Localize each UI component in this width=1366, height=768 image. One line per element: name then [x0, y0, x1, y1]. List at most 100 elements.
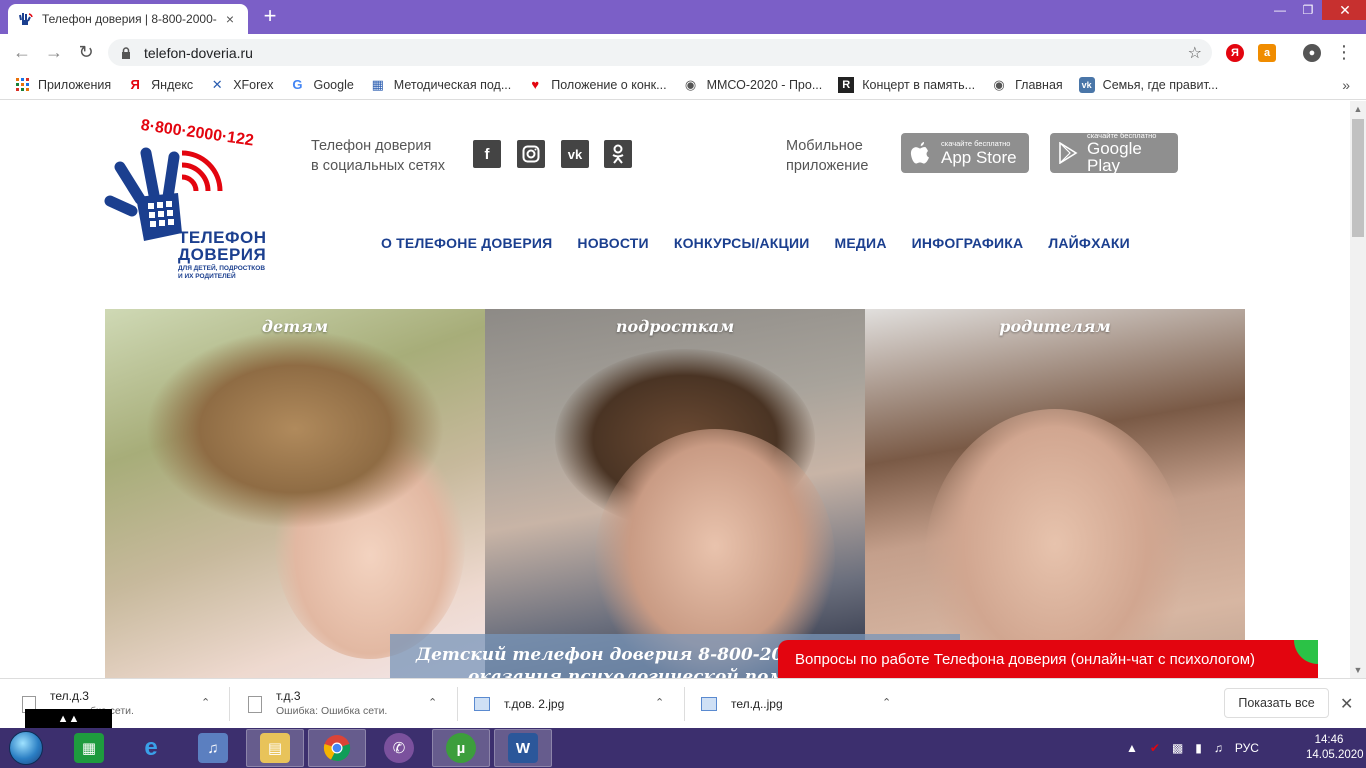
nav-item-contests[interactable]: КОНКУРСЫ/АКЦИИ [674, 235, 810, 251]
appstore-big-text: App Store [941, 147, 1017, 167]
bookmark-polozhenie[interactable]: ♥ Положение о конк... [527, 77, 666, 93]
bookmark-label: Яндекс [151, 77, 194, 92]
scrollbar-thumb[interactable] [1352, 119, 1364, 237]
bookmark-label: Приложения [38, 77, 112, 92]
scroll-up-icon[interactable]: ▲ [1350, 101, 1366, 117]
clock[interactable]: 14:46 14.05.2020 [1306, 733, 1364, 763]
maximize-icon[interactable]: ❐ [1294, 0, 1322, 20]
panel-children[interactable]: детям [105, 309, 485, 678]
viber-icon: ✆ [384, 733, 414, 763]
minimize-icon[interactable]: — [1266, 0, 1294, 20]
antivirus-icon[interactable]: ✔ [1150, 741, 1160, 755]
browser-tab[interactable]: Телефон доверия | 8-800-2000- × [8, 4, 248, 34]
store-icon: ▦ [74, 733, 104, 763]
bookmark-label: XForex [233, 77, 274, 92]
volume-icon[interactable]: ♫ [1214, 741, 1223, 755]
bookmark-google[interactable]: G Google [289, 77, 353, 93]
language-indicator[interactable]: РУС [1235, 741, 1259, 755]
instagram-icon[interactable] [517, 140, 545, 168]
bookmark-semya[interactable]: vk Семья, где правит... [1078, 76, 1219, 93]
taskbar-item-viber[interactable]: ✆ [370, 729, 428, 767]
new-tab-button[interactable]: + [258, 5, 282, 29]
social-label-line2: в социальных сетях [311, 158, 445, 174]
taskbar-item-chrome[interactable] [308, 729, 366, 767]
panel-teens[interactable]: подросткам [485, 309, 865, 678]
download-shelf: тел.д.3 бка сети. ⌃ т.д.3 Ошибка: Ошибка… [0, 678, 1366, 729]
menu-dots-icon[interactable]: ⋮ [1334, 42, 1354, 62]
odnoklassniki-icon[interactable] [604, 140, 632, 168]
profile-avatar-icon[interactable]: ● [1303, 44, 1321, 62]
taskbar-item-ie[interactable]: e [122, 729, 180, 767]
battery-icon[interactable]: ▮ [1195, 741, 1202, 755]
download-separator [684, 687, 685, 721]
download-menu-chevron-icon[interactable]: ⌃ [428, 696, 437, 709]
bookmark-star-icon[interactable]: ☆ [1188, 43, 1202, 63]
download-item[interactable]: т.д.3 Ошибка: Ошибка сети. [248, 679, 387, 729]
site-logo[interactable]: 8·800·2000·122 ТЕЛЕФОН ДОВЕРИЯ ДЛЯ ДЕТЕЙ… [102, 115, 282, 281]
appstore-small-text: скачайте бесплатно [941, 139, 1011, 149]
vk-icon[interactable]: vk [561, 140, 589, 168]
address-bar[interactable]: telefon-doveria.ru ☆ [108, 39, 1212, 66]
bookmark-mmso[interactable]: ◉ ММСО-2020 - Про... [683, 77, 822, 93]
page-viewport: 8·800·2000·122 ТЕЛЕФОН ДОВЕРИЯ ДЛЯ ДЕТЕЙ… [0, 101, 1350, 678]
googleplay-button[interactable]: скачайте бесплатно Google Play [1050, 132, 1178, 174]
start-button[interactable] [4, 730, 48, 766]
taskbar-item-explorer[interactable]: ▤ [246, 729, 304, 767]
tab-close-icon[interactable]: × [222, 11, 238, 27]
nav-item-about[interactable]: О ТЕЛЕФОНЕ ДОВЕРИЯ [381, 235, 552, 251]
forward-arrow-icon[interactable]: → [44, 42, 64, 62]
bookmark-metod[interactable]: ▦ Методическая под... [370, 76, 512, 93]
image-file-icon [474, 697, 490, 711]
download-menu-chevron-icon[interactable]: ⌃ [882, 696, 891, 709]
nav-item-news[interactable]: НОВОСТИ [577, 235, 648, 251]
download-item[interactable]: тел.д..jpg [701, 679, 783, 729]
yandex-extension-icon[interactable]: Я [1226, 44, 1244, 62]
taskbar-item-utorrent[interactable]: µ [432, 729, 490, 767]
back-arrow-icon[interactable]: ← [12, 42, 32, 62]
social-label-line1: Телефон доверия [311, 138, 432, 154]
bookmark-yandex[interactable]: Я Яндекс [127, 77, 193, 93]
window-close-icon[interactable]: ✕ [1322, 0, 1366, 20]
taskbar-item-store[interactable]: ▦ [60, 729, 118, 767]
signal-icon[interactable]: ▩ [1172, 741, 1183, 755]
bookmark-glavnaya[interactable]: ◉ Главная [991, 77, 1063, 93]
download-item[interactable]: т.дов. 2.jpg [474, 679, 564, 729]
reload-icon[interactable]: ↻ [76, 42, 96, 62]
image-file-icon [701, 697, 717, 711]
url-text: telefon-doveria.ru [144, 44, 253, 61]
vk-icon: vk [1078, 76, 1095, 93]
nav-item-infographics[interactable]: ИНФОГРАФИКА [912, 235, 1024, 251]
google-icon: G [292, 77, 303, 92]
close-shelf-icon[interactable]: ✕ [1340, 694, 1353, 714]
building-icon: ▦ [371, 76, 384, 92]
panel-parents[interactable]: родителям [865, 309, 1245, 678]
bookmark-koncert[interactable]: R Концерт в память... [838, 76, 975, 93]
bookmark-label: Семья, где правит... [1102, 77, 1219, 92]
bookmark-label: Главная [1015, 77, 1063, 92]
bookmarks-overflow-icon[interactable]: » [1342, 77, 1350, 93]
scroll-down-icon[interactable]: ▼ [1350, 662, 1366, 678]
tray-expand-icon[interactable]: ▲ [1126, 741, 1138, 755]
nav-item-media[interactable]: МЕДИА [834, 235, 886, 251]
logo-title-line1: ТЕЛЕФОН [178, 228, 267, 247]
bookmark-label: Положение о конк... [551, 77, 667, 92]
shopping-extension-icon[interactable]: a [1258, 44, 1276, 62]
bookmarks-bar: Приложения Я Яндекс ✕ XForex G Google ▦ … [0, 70, 1366, 100]
appstore-button[interactable]: скачайте бесплатно App Store [901, 133, 1029, 173]
online-chat-button[interactable]: Вопросы по работе Телефона доверия (онла… [778, 640, 1318, 678]
download-menu-chevron-icon[interactable]: ⌃ [655, 696, 664, 709]
download-name: т.д.3 [276, 689, 301, 703]
bookmark-xforex[interactable]: ✕ XForex [209, 77, 274, 93]
taskbar-item-word[interactable]: W [494, 729, 552, 767]
show-all-downloads-button[interactable]: Показать все [1224, 688, 1329, 718]
facebook-icon[interactable]: f [473, 140, 501, 168]
mobile-label-line1: Мобильное [786, 138, 863, 154]
logo-phone: 8·800·2000·122 [140, 117, 255, 150]
nav-item-lifehacks[interactable]: ЛАЙФХАКИ [1048, 235, 1130, 251]
page-scrollbar[interactable]: ▲ ▼ [1350, 101, 1366, 678]
download-status: Ошибка: Ошибка сети. [276, 705, 388, 717]
taskbar-item-audio[interactable]: ♫ [184, 729, 242, 767]
bookmark-apps[interactable]: Приложения [14, 77, 111, 93]
download-menu-chevron-icon[interactable]: ⌃ [201, 696, 210, 709]
internet-explorer-icon: e [144, 734, 158, 761]
